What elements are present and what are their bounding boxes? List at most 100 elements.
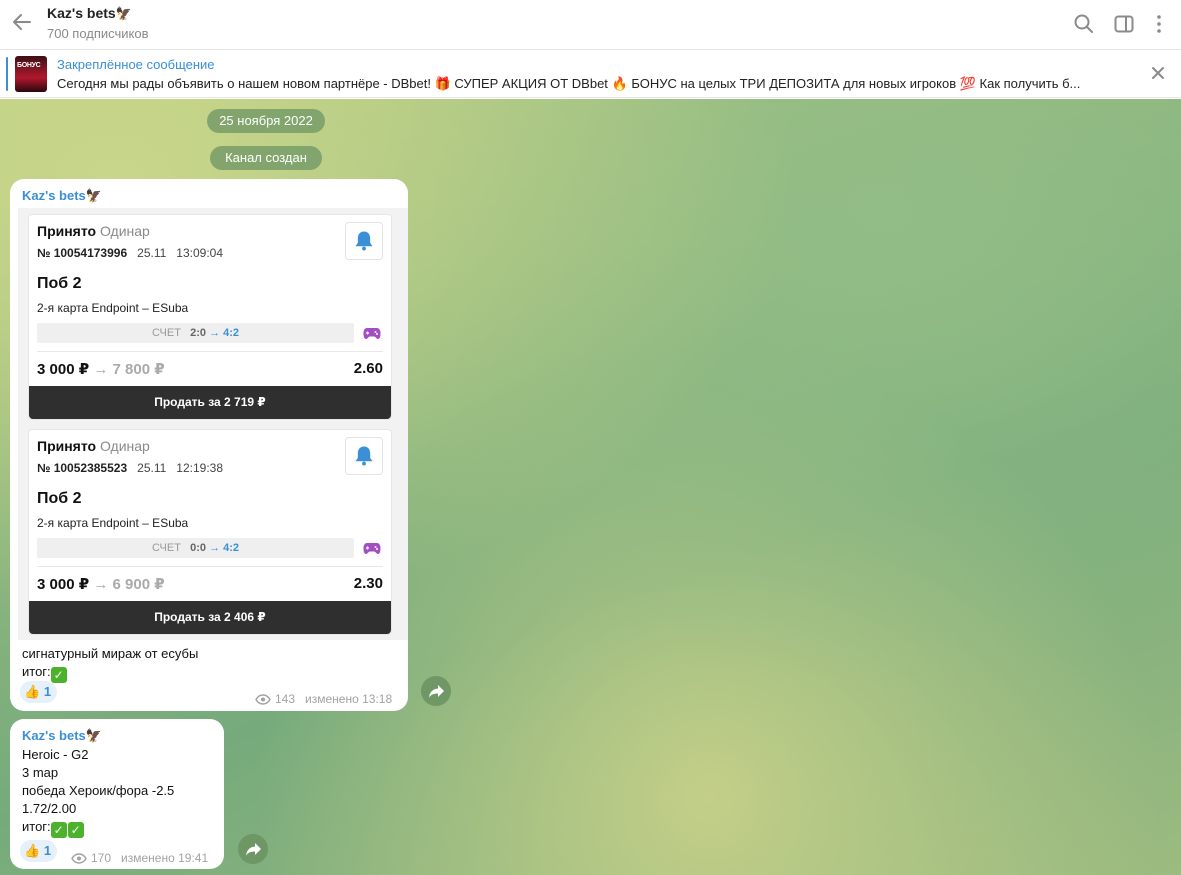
- sell-bet-button: Продать за 2 719 ₽: [29, 386, 391, 419]
- score-from: 0:0: [190, 542, 206, 554]
- edited-timestamp: изменено 19:41: [121, 851, 209, 865]
- view-count: 143: [275, 692, 296, 706]
- view-count: 170: [91, 851, 112, 865]
- eagle-emoji-icon: 🦅: [115, 6, 132, 21]
- message-result-line: итог: ✓ ✓: [22, 818, 174, 838]
- bet-pick: Поб 2: [37, 275, 82, 292]
- bet-payout: 6 900 ₽: [112, 576, 165, 593]
- message-author-name: Kaz's bets: [22, 728, 86, 743]
- message-line: сигнатурный мираж от есубы: [22, 646, 199, 661]
- message-line: 3 map: [22, 765, 59, 780]
- share-button[interactable]: [421, 676, 451, 706]
- divider: [37, 351, 383, 352]
- thumbs-up-icon: 👍: [24, 684, 41, 699]
- pinned-label: Закреплённое сообщение: [57, 57, 215, 72]
- bet-score: СЧЕТ 2:0 → 4:2: [37, 323, 354, 343]
- message-author[interactable]: Kaz's bets🦅: [22, 188, 102, 204]
- bet-event: 2-я карта Endpoint – ESuba: [37, 516, 189, 530]
- bell-icon: [345, 437, 383, 475]
- share-button[interactable]: [238, 834, 268, 864]
- more-options-icon[interactable]: [1148, 13, 1170, 35]
- channel-created-notice: Канал создан: [210, 146, 322, 170]
- search-icon[interactable]: [1073, 13, 1095, 35]
- pinned-text: Сегодня мы рады объявить о нашем новом п…: [57, 76, 1081, 91]
- bet-odds: 2.30: [353, 575, 383, 592]
- reaction-thumbs-up[interactable]: 👍 1: [20, 840, 57, 862]
- channel-title-text: Kaz's bets: [47, 5, 116, 21]
- message-line: Heroic - G2: [22, 747, 89, 762]
- bet-number: № 10052385523: [37, 461, 128, 475]
- pinned-thumbnail: БОНУС: [15, 56, 47, 92]
- thumbs-up-icon: 👍: [24, 843, 41, 858]
- check-mark-icon: ✓: [67, 822, 84, 838]
- bet-payout: 7 800 ₽: [112, 361, 165, 378]
- message-line: победа Хероик/фора -2.5: [22, 783, 175, 798]
- message-author[interactable]: Kaz's bets🦅: [22, 728, 102, 744]
- message-text: Heroic - G2 3 map победа Хероик/фора -2.…: [22, 746, 174, 838]
- bet-amounts: 3 000 ₽ → 7 800 ₽: [37, 360, 165, 378]
- bell-icon: [345, 222, 383, 260]
- message-author-name: Kaz's bets: [22, 188, 86, 203]
- message-text: сигнатурный мираж от есубы итог: ✓: [22, 645, 198, 683]
- bet-amounts: 3 000 ₽ → 6 900 ₽: [37, 575, 165, 593]
- message-meta: 170 изменено 19:41: [71, 851, 208, 865]
- bet-card: Принято Одинар № 10052385523 25.11 12:19…: [28, 429, 392, 635]
- score-label: СЧЕТ: [151, 542, 181, 554]
- subscriber-count: 700 подписчиков: [47, 26, 149, 41]
- score-to: → 4:2: [209, 327, 240, 339]
- bet-odds: 2.60: [353, 360, 383, 377]
- bet-number-line: № 10052385523 25.11 12:19:38: [37, 461, 223, 475]
- message-line: 1.72/2.00: [22, 801, 77, 816]
- bet-score: СЧЕТ 0:0 → 4:2: [37, 538, 354, 558]
- bet-stake: 3 000 ₽: [37, 576, 90, 593]
- sidebar-toggle-icon[interactable]: [1113, 13, 1135, 35]
- edited-timestamp: изменено 13:18: [305, 692, 393, 706]
- arrow-right-icon: →: [93, 576, 109, 593]
- pinned-message-bar[interactable]: БОНУС Закреплённое сообщение Сегодня мы …: [0, 50, 1181, 98]
- divider: [37, 566, 383, 567]
- pinned-indicator: [6, 57, 8, 91]
- bet-status: Принято Одинар: [37, 223, 150, 239]
- message-result-line: итог: ✓: [22, 663, 198, 683]
- score-to: → 4:2: [209, 542, 240, 554]
- bet-type: Одинар: [99, 438, 150, 454]
- bet-date: 25.11: [137, 246, 167, 260]
- reaction-count: 1: [43, 684, 52, 699]
- bet-stake: 3 000 ₽: [37, 361, 90, 378]
- eye-icon: [71, 853, 87, 864]
- score-from: 2:0: [190, 327, 206, 339]
- reaction-count: 1: [43, 843, 52, 858]
- bet-type: Одинар: [99, 223, 150, 239]
- bet-card: Принято Одинар № 10054173996 25.11 13:09…: [28, 214, 392, 420]
- pinned-thumbnail-text: БОНУС: [17, 62, 41, 69]
- bet-event: 2-я карта Endpoint – ESuba: [37, 301, 189, 315]
- score-label: СЧЕТ: [151, 327, 181, 339]
- channel-title[interactable]: Kaz's bets🦅: [47, 5, 132, 22]
- chat-header: Kaz's bets🦅 700 подписчиков: [0, 0, 1181, 50]
- gamepad-icon: [363, 543, 381, 554]
- message-meta: 143 изменено 13:18: [255, 692, 392, 706]
- sell-bet-button: Продать за 2 406 ₽: [29, 601, 391, 634]
- eagle-emoji-icon: 🦅: [85, 188, 102, 203]
- bet-status: Принято Одинар: [37, 438, 150, 454]
- bet-status-text: Принято: [37, 438, 97, 454]
- back-arrow-icon[interactable]: [10, 10, 34, 34]
- bet-number-line: № 10054173996 25.11 13:09:04: [37, 246, 223, 260]
- eagle-emoji-icon: 🦅: [85, 728, 102, 743]
- date-separator: 25 ноября 2022: [207, 109, 325, 133]
- eye-icon: [255, 694, 271, 705]
- bet-time: 12:19:38: [176, 461, 224, 475]
- reaction-thumbs-up[interactable]: 👍 1: [20, 681, 57, 703]
- check-mark-icon: ✓: [50, 667, 67, 683]
- bet-number: № 10054173996: [37, 246, 128, 260]
- bet-date: 25.11: [137, 461, 167, 475]
- gamepad-icon: [363, 328, 381, 339]
- arrow-right-icon: →: [93, 361, 109, 378]
- check-mark-icon: ✓: [50, 822, 67, 838]
- bet-pick: Поб 2: [37, 490, 82, 507]
- result-label: итог:: [22, 819, 51, 834]
- bet-status-text: Принято: [37, 223, 97, 239]
- result-label: итог:: [22, 664, 51, 679]
- close-icon[interactable]: [1148, 63, 1168, 83]
- bet-time: 13:09:04: [176, 246, 224, 260]
